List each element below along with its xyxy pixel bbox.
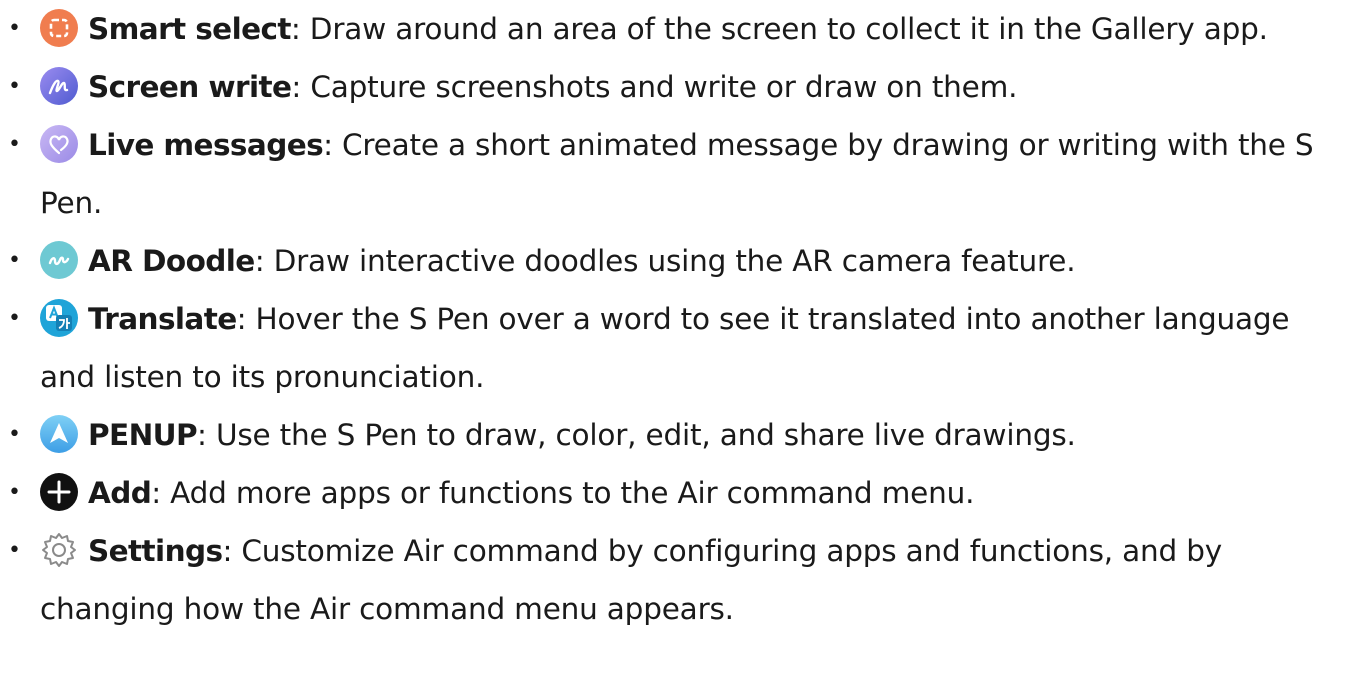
list-item-live-messages: • Live messages: Create a short animated…	[0, 116, 1348, 232]
bullet: •	[8, 538, 21, 563]
live-messages-icon	[40, 125, 78, 163]
term-smart-select: Smart select	[88, 12, 291, 46]
desc-ar-doodle: : Draw interactive doodles using the AR …	[254, 244, 1076, 278]
translate-icon	[40, 299, 78, 337]
add-icon	[40, 473, 78, 511]
desc-penup: : Use the S Pen to draw, color, edit, an…	[197, 418, 1076, 452]
term-settings: Settings	[88, 534, 223, 568]
desc-add: : Add more apps or functions to the Air …	[151, 476, 975, 510]
air-command-feature-list: • Smart select: Draw around an area of t…	[0, 0, 1348, 638]
bullet: •	[8, 132, 21, 157]
bullet: •	[8, 248, 21, 273]
list-item-screen-write: • Screen write: Capture screenshots and …	[0, 58, 1348, 116]
term-penup: PENUP	[88, 418, 198, 452]
term-screen-write: Screen write	[88, 70, 292, 104]
list-item-translate: • Translate: Hover the S Pen over a word…	[0, 290, 1348, 406]
list-item-penup: • PENUP: Use the S Pen to draw, color, e…	[0, 406, 1348, 464]
penup-icon	[40, 415, 78, 453]
screen-write-icon	[40, 67, 78, 105]
bullet: •	[8, 74, 21, 99]
term-translate: Translate	[88, 302, 237, 336]
smart-select-icon	[40, 9, 78, 47]
ar-doodle-icon	[40, 241, 78, 279]
list-item-smart-select: • Smart select: Draw around an area of t…	[0, 0, 1348, 58]
desc-screen-write: : Capture screenshots and write or draw …	[291, 70, 1018, 104]
list-item-ar-doodle: • AR Doodle: Draw interactive doodles us…	[0, 232, 1348, 290]
list-item-add: • Add: Add more apps or functions to the…	[0, 464, 1348, 522]
term-add: Add	[88, 476, 152, 510]
desc-smart-select: : Draw around an area of the screen to c…	[290, 12, 1268, 46]
term-ar-doodle: AR Doodle	[88, 244, 255, 278]
settings-icon	[40, 531, 78, 569]
bullet: •	[8, 306, 21, 331]
list-item-settings: • Settings: Customize Air command by con…	[0, 522, 1348, 638]
bullet: •	[8, 480, 21, 505]
bullet: •	[8, 16, 21, 41]
term-live-messages: Live messages	[88, 128, 324, 162]
bullet: •	[8, 422, 21, 447]
